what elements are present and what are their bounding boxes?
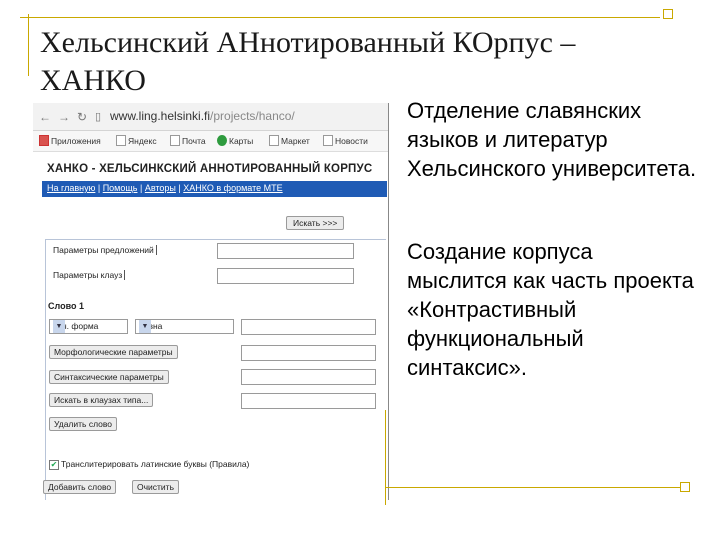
site-nav: На главную | Помощь | Авторы | ХАНКО в ф… [42,181,387,197]
clause-params-input[interactable] [217,268,354,284]
back-icon[interactable]: ← [39,110,51,124]
chevron-down-icon: ▼ [139,320,151,333]
reload-icon[interactable]: ↻ [77,110,87,124]
page-icon [170,135,180,146]
word-value-input[interactable] [241,319,376,335]
website-screenshot: ← → ↻ ▯ www.ling.helsinki.fi/projects/ha… [33,103,389,500]
bookmark-maps[interactable]: Карты [217,135,253,146]
bookmarks-bar: Приложения Яндекс Почта Карты Маркет Нов… [33,131,388,152]
search-clause-type-button[interactable]: Искать в клаузах типа... [49,393,154,407]
decor-line-horizontal-bottom [385,487,685,488]
morph-params-button[interactable]: Морфологические параметры [49,345,178,359]
transliterate-checkbox[interactable]: ✔ [49,460,59,470]
clear-button[interactable]: Очистить [132,480,180,494]
page-icon [116,135,126,146]
nav-mte[interactable]: ХАНКО в формате МТЕ [183,183,282,193]
paragraph-department: Отделение славянских языков и литератур … [407,98,697,181]
decor-square [663,9,673,19]
slide-title: Хельсинский АНнотированный КОрпус – ХАНК… [40,26,576,97]
bookmark-mail[interactable]: Почта [170,135,206,146]
nav-home[interactable]: На главную [47,183,95,193]
bookmark-news[interactable]: Новости [323,135,368,146]
decor-square-bottom [680,482,690,492]
bookmark-market[interactable]: Маркет [269,135,310,146]
word-heading: Слово 1 [48,301,85,311]
synt-params-input[interactable] [241,369,376,385]
browser-url-bar: ← → ↻ ▯ www.ling.helsinki.fi/projects/ha… [33,103,388,131]
apps-icon [39,135,49,146]
delete-word-button[interactable]: Удалить слово [49,417,117,431]
equal-select[interactable]: равна▼ [135,319,234,334]
decor-line-vertical [28,14,29,76]
paragraph-project: Создание корпуса мыслится как часть прое… [407,239,694,380]
decor-line-vertical-bottom [385,410,386,505]
corpus-title: ХАНКО - ХЕЛЬСИНКСКИЙ АННОТИРОВАННЫЙ КОРП… [47,163,373,175]
page-icon [323,135,333,146]
sentence-params-input[interactable] [217,243,354,259]
bookmark-apps[interactable]: Приложения [39,135,101,146]
chevron-down-icon: ▼ [53,320,65,333]
url-text[interactable]: www.ling.helsinki.fi/projects/hanco/ [110,109,295,123]
transliterate-label: Транслитерировать латинские буквы (Прави… [61,459,250,469]
nav-authors[interactable]: Авторы [145,183,176,193]
slide-body: Отделение славянских языков и литератур … [407,96,697,382]
form-select[interactable]: нач. форма ▼ [49,319,128,334]
page-icon: ▯ [95,111,102,123]
search-button[interactable]: Искать >>> [286,216,345,230]
add-word-button[interactable]: Добавить слово [43,480,117,494]
decor-line-horizontal [20,17,660,18]
synt-params-button[interactable]: Синтаксические параметры [49,370,169,384]
clause-type-input[interactable] [241,393,376,409]
nav-help[interactable]: Помощь [103,183,138,193]
page-icon [269,135,279,146]
maps-icon [217,135,227,146]
clause-params-label[interactable]: Параметры клауз [53,270,126,280]
forward-icon[interactable]: → [58,110,70,124]
bookmark-yandex[interactable]: Яндекс [116,135,157,146]
sentence-params-label[interactable]: Параметры предложений [53,245,157,255]
morph-params-input[interactable] [241,345,376,361]
